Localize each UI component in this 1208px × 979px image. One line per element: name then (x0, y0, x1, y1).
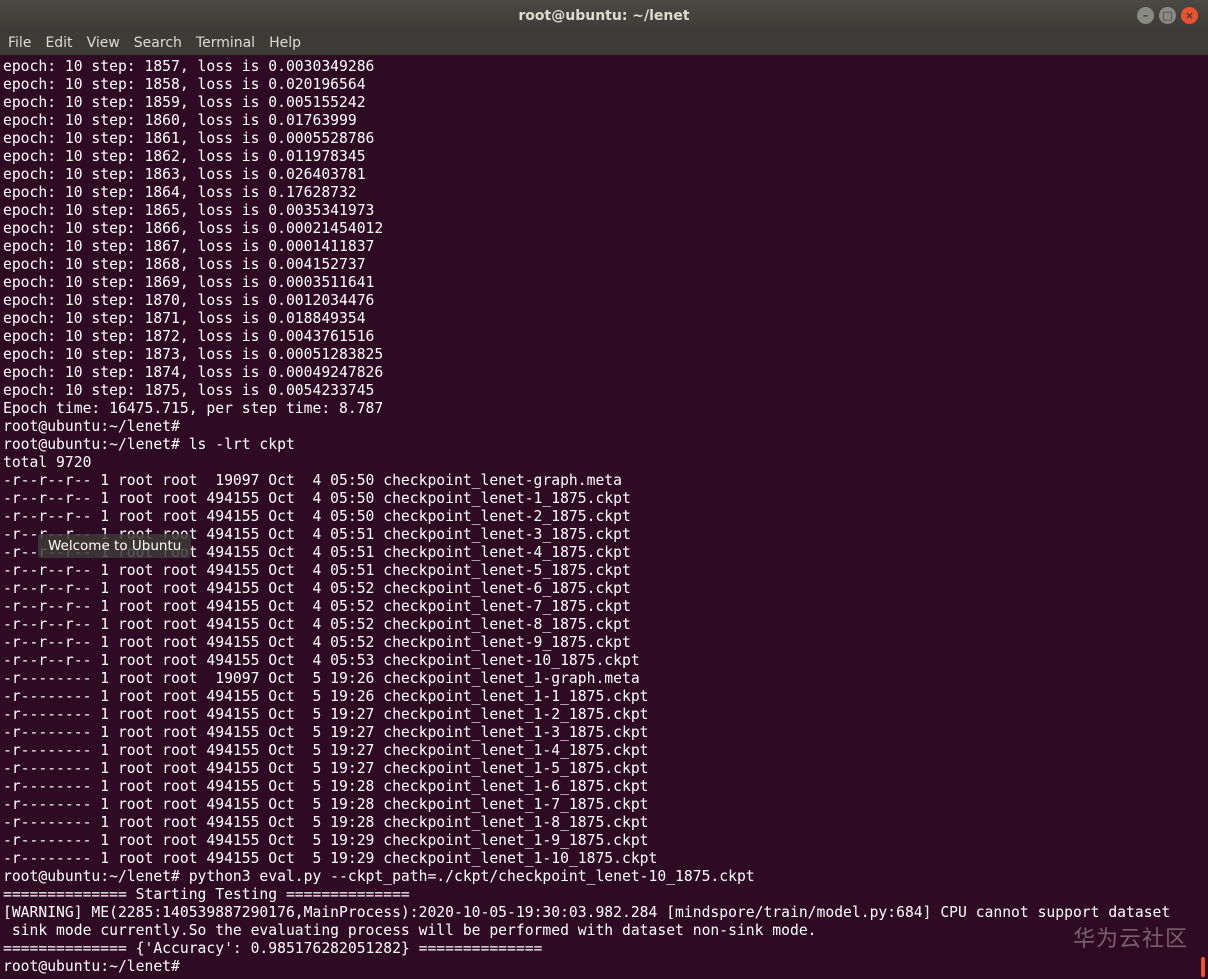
maximize-icon[interactable]: □ (1159, 7, 1176, 24)
menu-edit[interactable]: Edit (38, 32, 79, 55)
terminal-line: -r-------- 1 root root 494155 Oct 5 19:2… (3, 760, 649, 777)
terminal-line: epoch: 10 step: 1866, loss is 0.00021454… (3, 220, 384, 237)
menu-file[interactable]: File (0, 32, 38, 55)
terminal-line: root@ubuntu:~/lenet# python3 eval.py --c… (3, 868, 755, 885)
terminal-line: root@ubuntu:~/lenet# (3, 418, 180, 435)
terminal-line: -r-------- 1 root root 494155 Oct 5 19:2… (3, 850, 658, 867)
terminal-line: -r-------- 1 root root 494155 Oct 5 19:2… (3, 724, 649, 741)
menu-bar: File Edit View Search Terminal Help (0, 32, 1208, 55)
terminal-line: epoch: 10 step: 1868, loss is 0.00415273… (3, 256, 366, 273)
terminal-line: epoch: 10 step: 1875, loss is 0.00542337… (3, 382, 375, 399)
scrollbar-thumb[interactable] (1201, 957, 1205, 977)
watermark: 华为云社区 (1072, 927, 1188, 952)
terminal-line: epoch: 10 step: 1870, loss is 0.00120344… (3, 292, 375, 309)
terminal-line: epoch: 10 step: 1869, loss is 0.00035116… (3, 274, 375, 291)
terminal-line: epoch: 10 step: 1863, loss is 0.02640378… (3, 166, 366, 183)
terminal-line: -r-------- 1 root root 494155 Oct 5 19:2… (3, 706, 649, 723)
terminal-line: -r-------- 1 root root 494155 Oct 5 19:2… (3, 778, 649, 795)
terminal-line: -r--r--r-- 1 root root 494155 Oct 4 05:5… (3, 508, 631, 525)
menu-view[interactable]: View (80, 32, 127, 55)
menu-search[interactable]: Search (127, 32, 189, 55)
terminal-line: -r-------- 1 root root 494155 Oct 5 19:2… (3, 814, 649, 831)
terminal-line: -r--r--r-- 1 root root 494155 Oct 4 05:5… (3, 598, 631, 615)
terminal-line: [WARNING] ME(2285:140539887290176,MainPr… (3, 904, 1171, 921)
terminal-line: Epoch time: 16475.715, per step time: 8.… (3, 400, 384, 417)
menu-help[interactable]: Help (262, 32, 308, 55)
welcome-tooltip: Welcome to Ubuntu (38, 534, 192, 558)
terminal-line: epoch: 10 step: 1857, loss is 0.00303492… (3, 58, 375, 75)
terminal-line: epoch: 10 step: 1862, loss is 0.01197834… (3, 148, 366, 165)
terminal-line: -r--r--r-- 1 root root 19097 Oct 4 05:50… (3, 472, 622, 489)
window-title: root@ubuntu: ~/lenet (518, 8, 690, 24)
close-icon[interactable]: × (1181, 7, 1198, 24)
terminal-line: epoch: 10 step: 1874, loss is 0.00049247… (3, 364, 384, 381)
terminal-line: -r--r--r-- 1 root root 494155 Oct 4 05:5… (3, 634, 631, 651)
terminal-line: -r--r--r-- 1 root root 494155 Oct 4 05:5… (3, 616, 631, 633)
menu-terminal[interactable]: Terminal (189, 32, 262, 55)
terminal-line: epoch: 10 step: 1867, loss is 0.00014118… (3, 238, 375, 255)
terminal-line: -r-------- 1 root root 494155 Oct 5 19:2… (3, 832, 649, 849)
title-bar: root@ubuntu: ~/lenet – □ × (0, 0, 1208, 32)
terminal-line: -r-------- 1 root root 494155 Oct 5 19:2… (3, 742, 649, 759)
terminal-line: root@ubuntu:~/lenet# ls -lrt ckpt (3, 436, 295, 453)
minimize-icon[interactable]: – (1137, 7, 1154, 24)
terminal-line: epoch: 10 step: 1859, loss is 0.00515524… (3, 94, 366, 111)
terminal-line: root@ubuntu:~/lenet# (3, 958, 180, 975)
terminal-line: -r-------- 1 root root 494155 Oct 5 19:2… (3, 688, 649, 705)
terminal-scrollbar[interactable] (1198, 55, 1208, 979)
terminal-line: epoch: 10 step: 1873, loss is 0.00051283… (3, 346, 384, 363)
terminal-line: -r--r--r-- 1 root root 494155 Oct 4 05:5… (3, 490, 631, 507)
terminal-output[interactable]: epoch: 10 step: 1857, loss is 0.00303492… (0, 55, 1198, 979)
window-controls: – □ × (1137, 7, 1198, 24)
terminal-line: epoch: 10 step: 1872, loss is 0.00437615… (3, 328, 375, 345)
terminal-line: ============== {'Accuracy': 0.9851762820… (3, 940, 543, 957)
terminal-line: epoch: 10 step: 1871, loss is 0.01884935… (3, 310, 366, 327)
terminal-line: total 9720 (3, 454, 92, 471)
terminal-line: epoch: 10 step: 1865, loss is 0.00353419… (3, 202, 375, 219)
terminal-line: sink mode currently.So the evaluating pr… (3, 922, 817, 939)
terminal-line: epoch: 10 step: 1861, loss is 0.00055287… (3, 130, 375, 147)
terminal-line: -r--r--r-- 1 root root 494155 Oct 4 05:5… (3, 562, 631, 579)
terminal-line: epoch: 10 step: 1860, loss is 0.01763999 (3, 112, 357, 129)
terminal-line: ============== Starting Testing ========… (3, 886, 410, 903)
terminal-line: -r-------- 1 root root 494155 Oct 5 19:2… (3, 796, 649, 813)
terminal-line: -r--r--r-- 1 root root 494155 Oct 4 05:5… (3, 652, 640, 669)
terminal-line: -r-------- 1 root root 19097 Oct 5 19:26… (3, 670, 640, 687)
terminal-line: epoch: 10 step: 1864, loss is 0.17628732 (3, 184, 357, 201)
terminal-line: epoch: 10 step: 1858, loss is 0.02019656… (3, 76, 366, 93)
terminal-line: -r--r--r-- 1 root root 494155 Oct 4 05:5… (3, 580, 631, 597)
